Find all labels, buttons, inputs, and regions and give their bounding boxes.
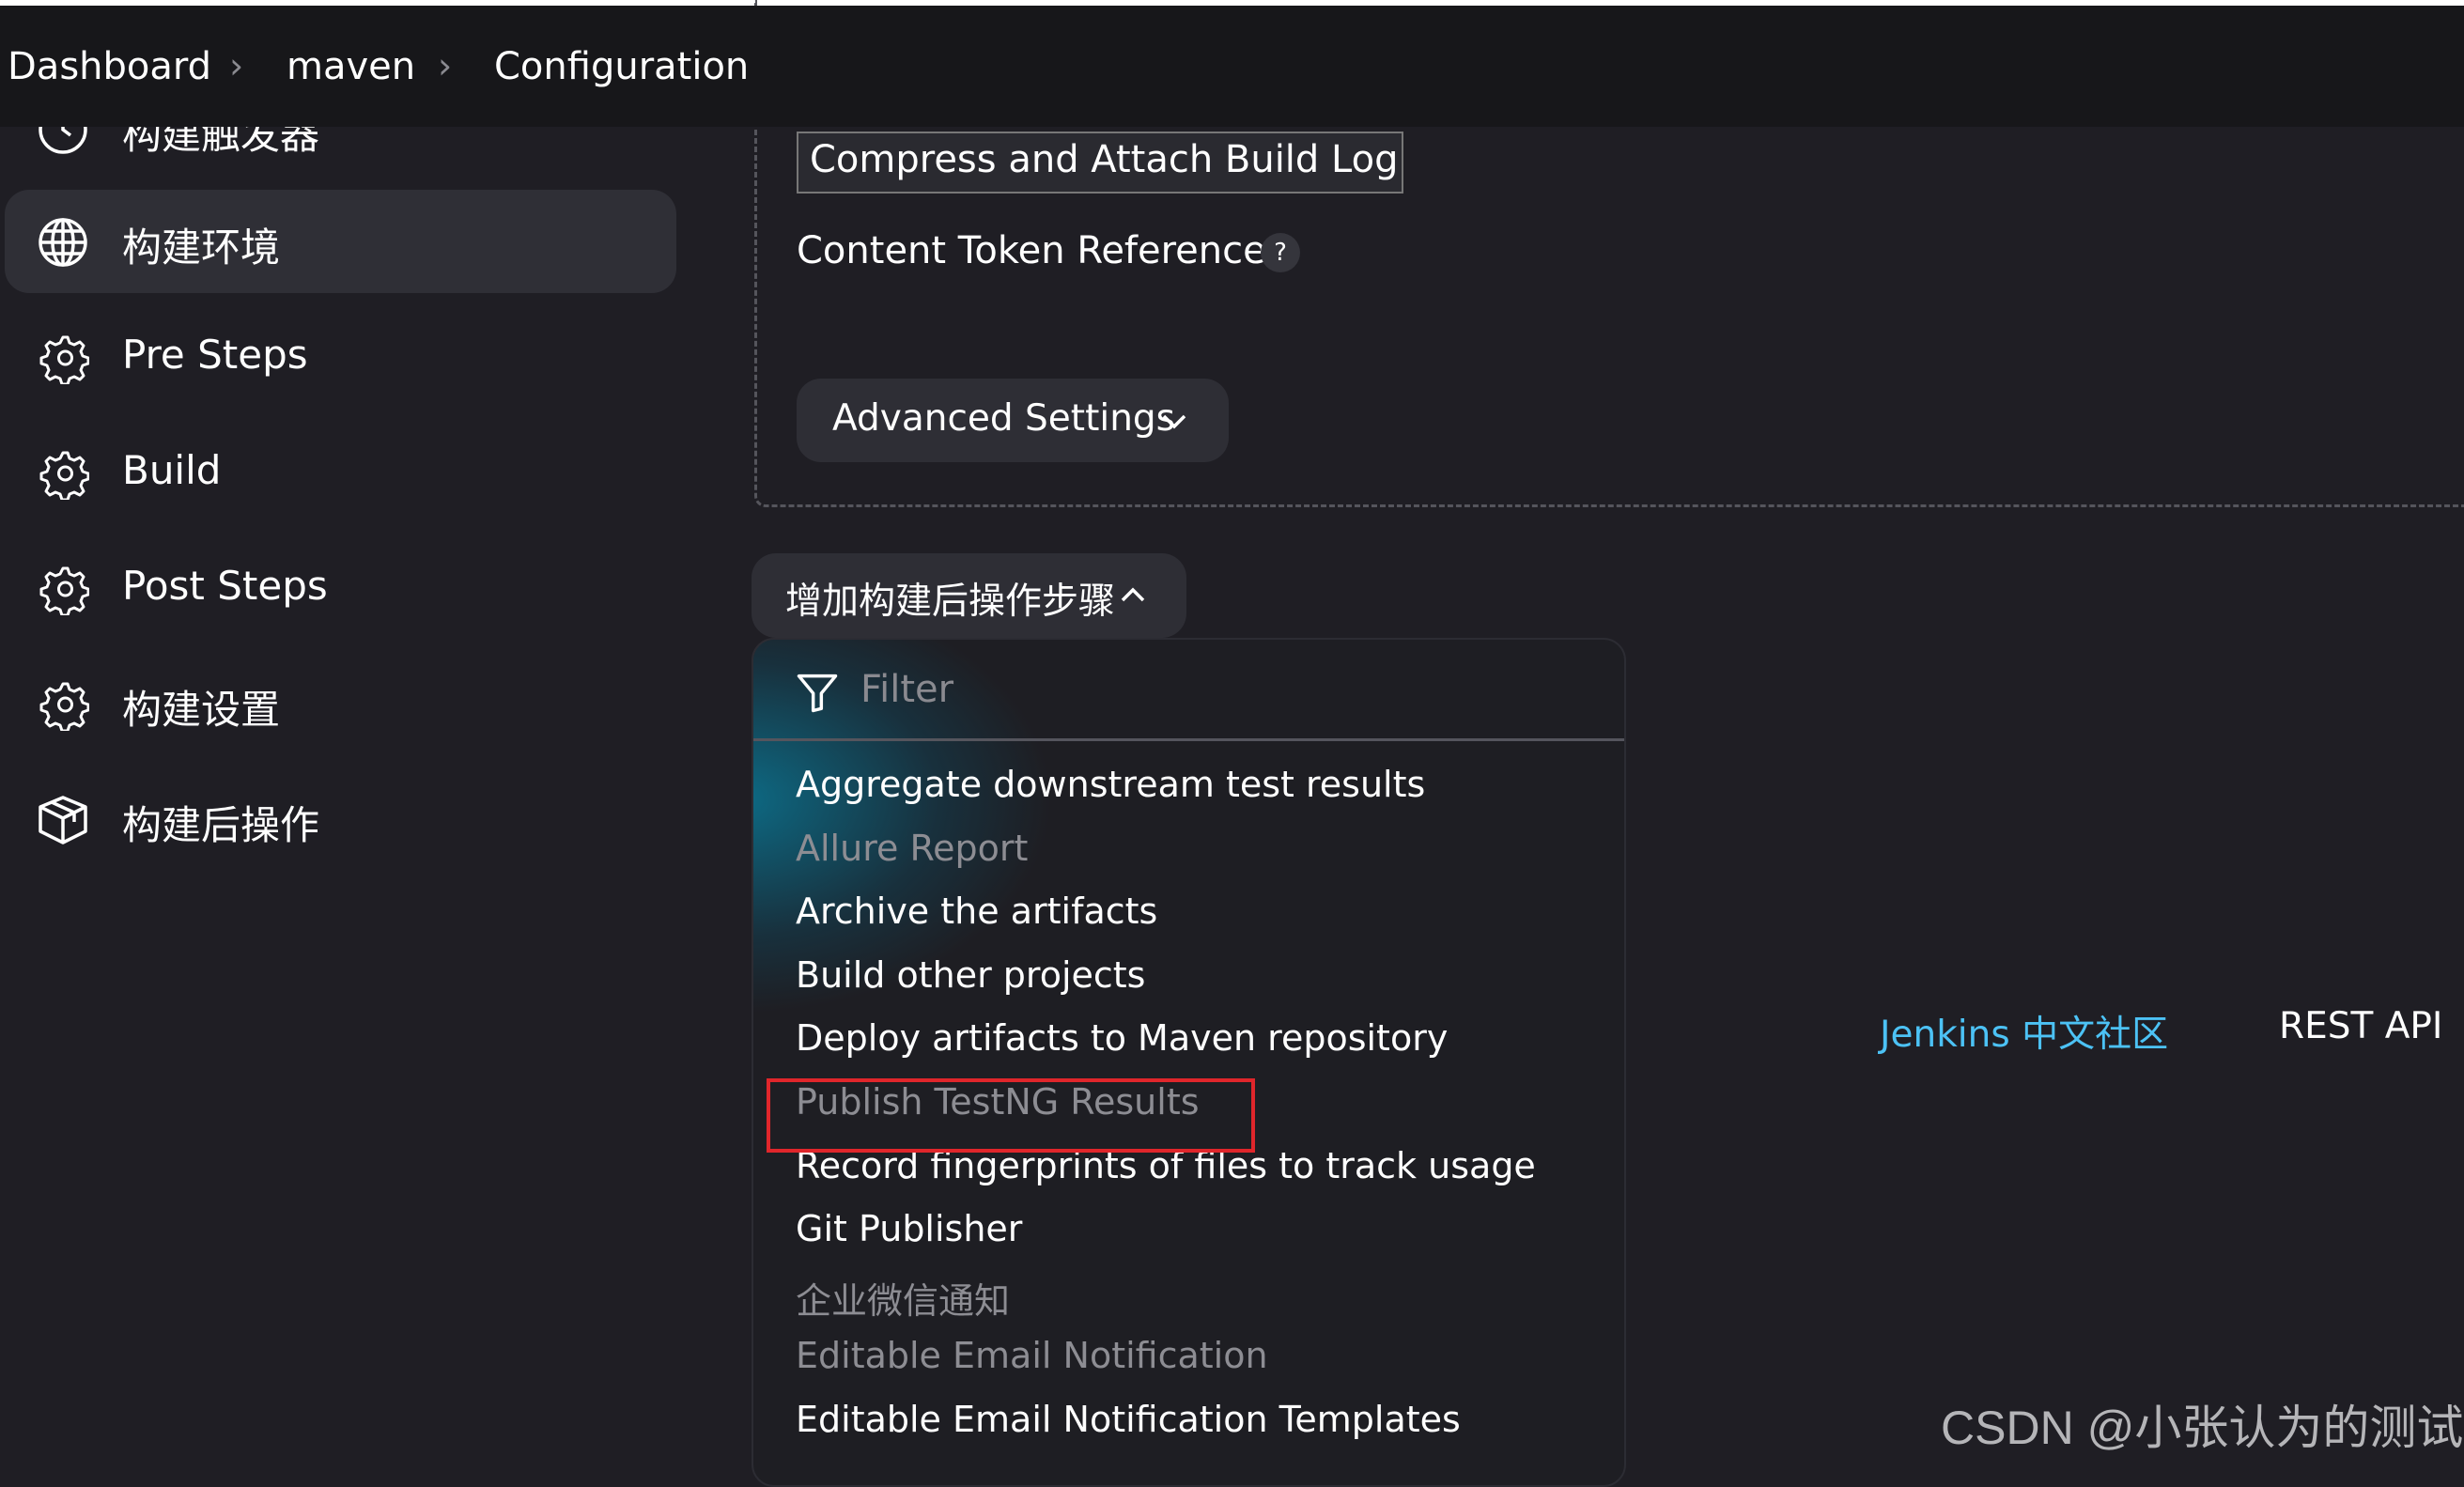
sidebar-item[interactable]: 构建环境 (5, 190, 676, 293)
watermark: CSDN @小张认为的测试 (1941, 1402, 2464, 1454)
header-bar: Dashboard › maven › Configuration (0, 6, 2464, 127)
dropdown-option[interactable]: Git Publisher (796, 1208, 1022, 1249)
breadcrumb-configuration[interactable]: Configuration (494, 45, 749, 88)
chevron-right-icon: › (438, 45, 453, 86)
advanced-settings-button[interactable]: Advanced Settings (797, 379, 1229, 462)
sidebar-item[interactable]: Pre Steps (5, 305, 676, 409)
dropdown-option[interactable]: Aggregate downstream test results (796, 764, 1425, 805)
dropdown-option[interactable]: Archive the artifacts (796, 891, 1157, 932)
highlight-box (767, 1078, 1255, 1153)
sidebar-item-label: Post Steps (122, 563, 328, 609)
gear-icon (39, 682, 89, 731)
sidebar-item[interactable]: Build (5, 421, 676, 524)
dropdown-option[interactable]: Editable Email Notification Templates (796, 1399, 1461, 1440)
chevron-up-icon (1121, 587, 1145, 602)
gear-icon (39, 566, 89, 615)
breadcrumb-dashboard[interactable]: Dashboard (8, 45, 211, 88)
add-post-build-step-label: 增加构建后操作步骤 (785, 581, 1116, 623)
dropdown-option[interactable]: Allure Report (796, 828, 1028, 869)
chevron-down-icon (1162, 414, 1186, 429)
sidebar-item[interactable]: Post Steps (5, 536, 676, 640)
sidebar-item-label: Build (122, 447, 222, 493)
post-build-step-dropdown: Aggregate downstream test results Allure … (752, 638, 1626, 1487)
dropdown-option[interactable]: 企业微信通知 (796, 1272, 1010, 1324)
rest-api-link[interactable]: REST API (2279, 1005, 2442, 1047)
sidebar-item[interactable]: 构建设置 (5, 652, 676, 755)
dropdown-option[interactable]: Deploy artifacts to Maven repository (796, 1017, 1448, 1059)
package-icon (39, 796, 87, 844)
gear-icon (39, 335, 89, 384)
help-icon[interactable]: ? (1261, 233, 1300, 272)
filter-icon (797, 674, 838, 713)
sidebar-item[interactable]: 构建后操作 (5, 767, 676, 871)
add-post-build-step-button[interactable]: 增加构建后操作步骤 (752, 553, 1186, 638)
gear-icon (39, 451, 89, 500)
filter-input[interactable] (859, 660, 1595, 719)
jenkins-community-link[interactable]: Jenkins 中文社区 (1880, 1005, 2168, 1058)
sidebar-item-label: 构建设置 (122, 687, 281, 733)
content-token-reference-label: Content Token Reference (797, 229, 1266, 272)
dropdown-option[interactable]: Editable Email Notification (796, 1335, 1268, 1376)
breadcrumb-maven[interactable]: maven (287, 45, 415, 88)
advanced-settings-label: Advanced Settings (832, 397, 1175, 440)
dropdown-option[interactable]: Build other projects (796, 954, 1145, 996)
select-value: Compress and Attach Build Log (810, 138, 1399, 181)
chevron-right-icon: › (229, 45, 244, 86)
sidebar-item-label: Pre Steps (122, 332, 308, 378)
sidebar-item-label: 构建后操作 (122, 802, 320, 848)
globe-icon (39, 218, 87, 267)
filter-row (753, 640, 1624, 741)
compress-build-log-select[interactable]: Compress and Attach Build Log (797, 132, 1403, 194)
sidebar-item-label: 构建环境 (122, 225, 281, 271)
